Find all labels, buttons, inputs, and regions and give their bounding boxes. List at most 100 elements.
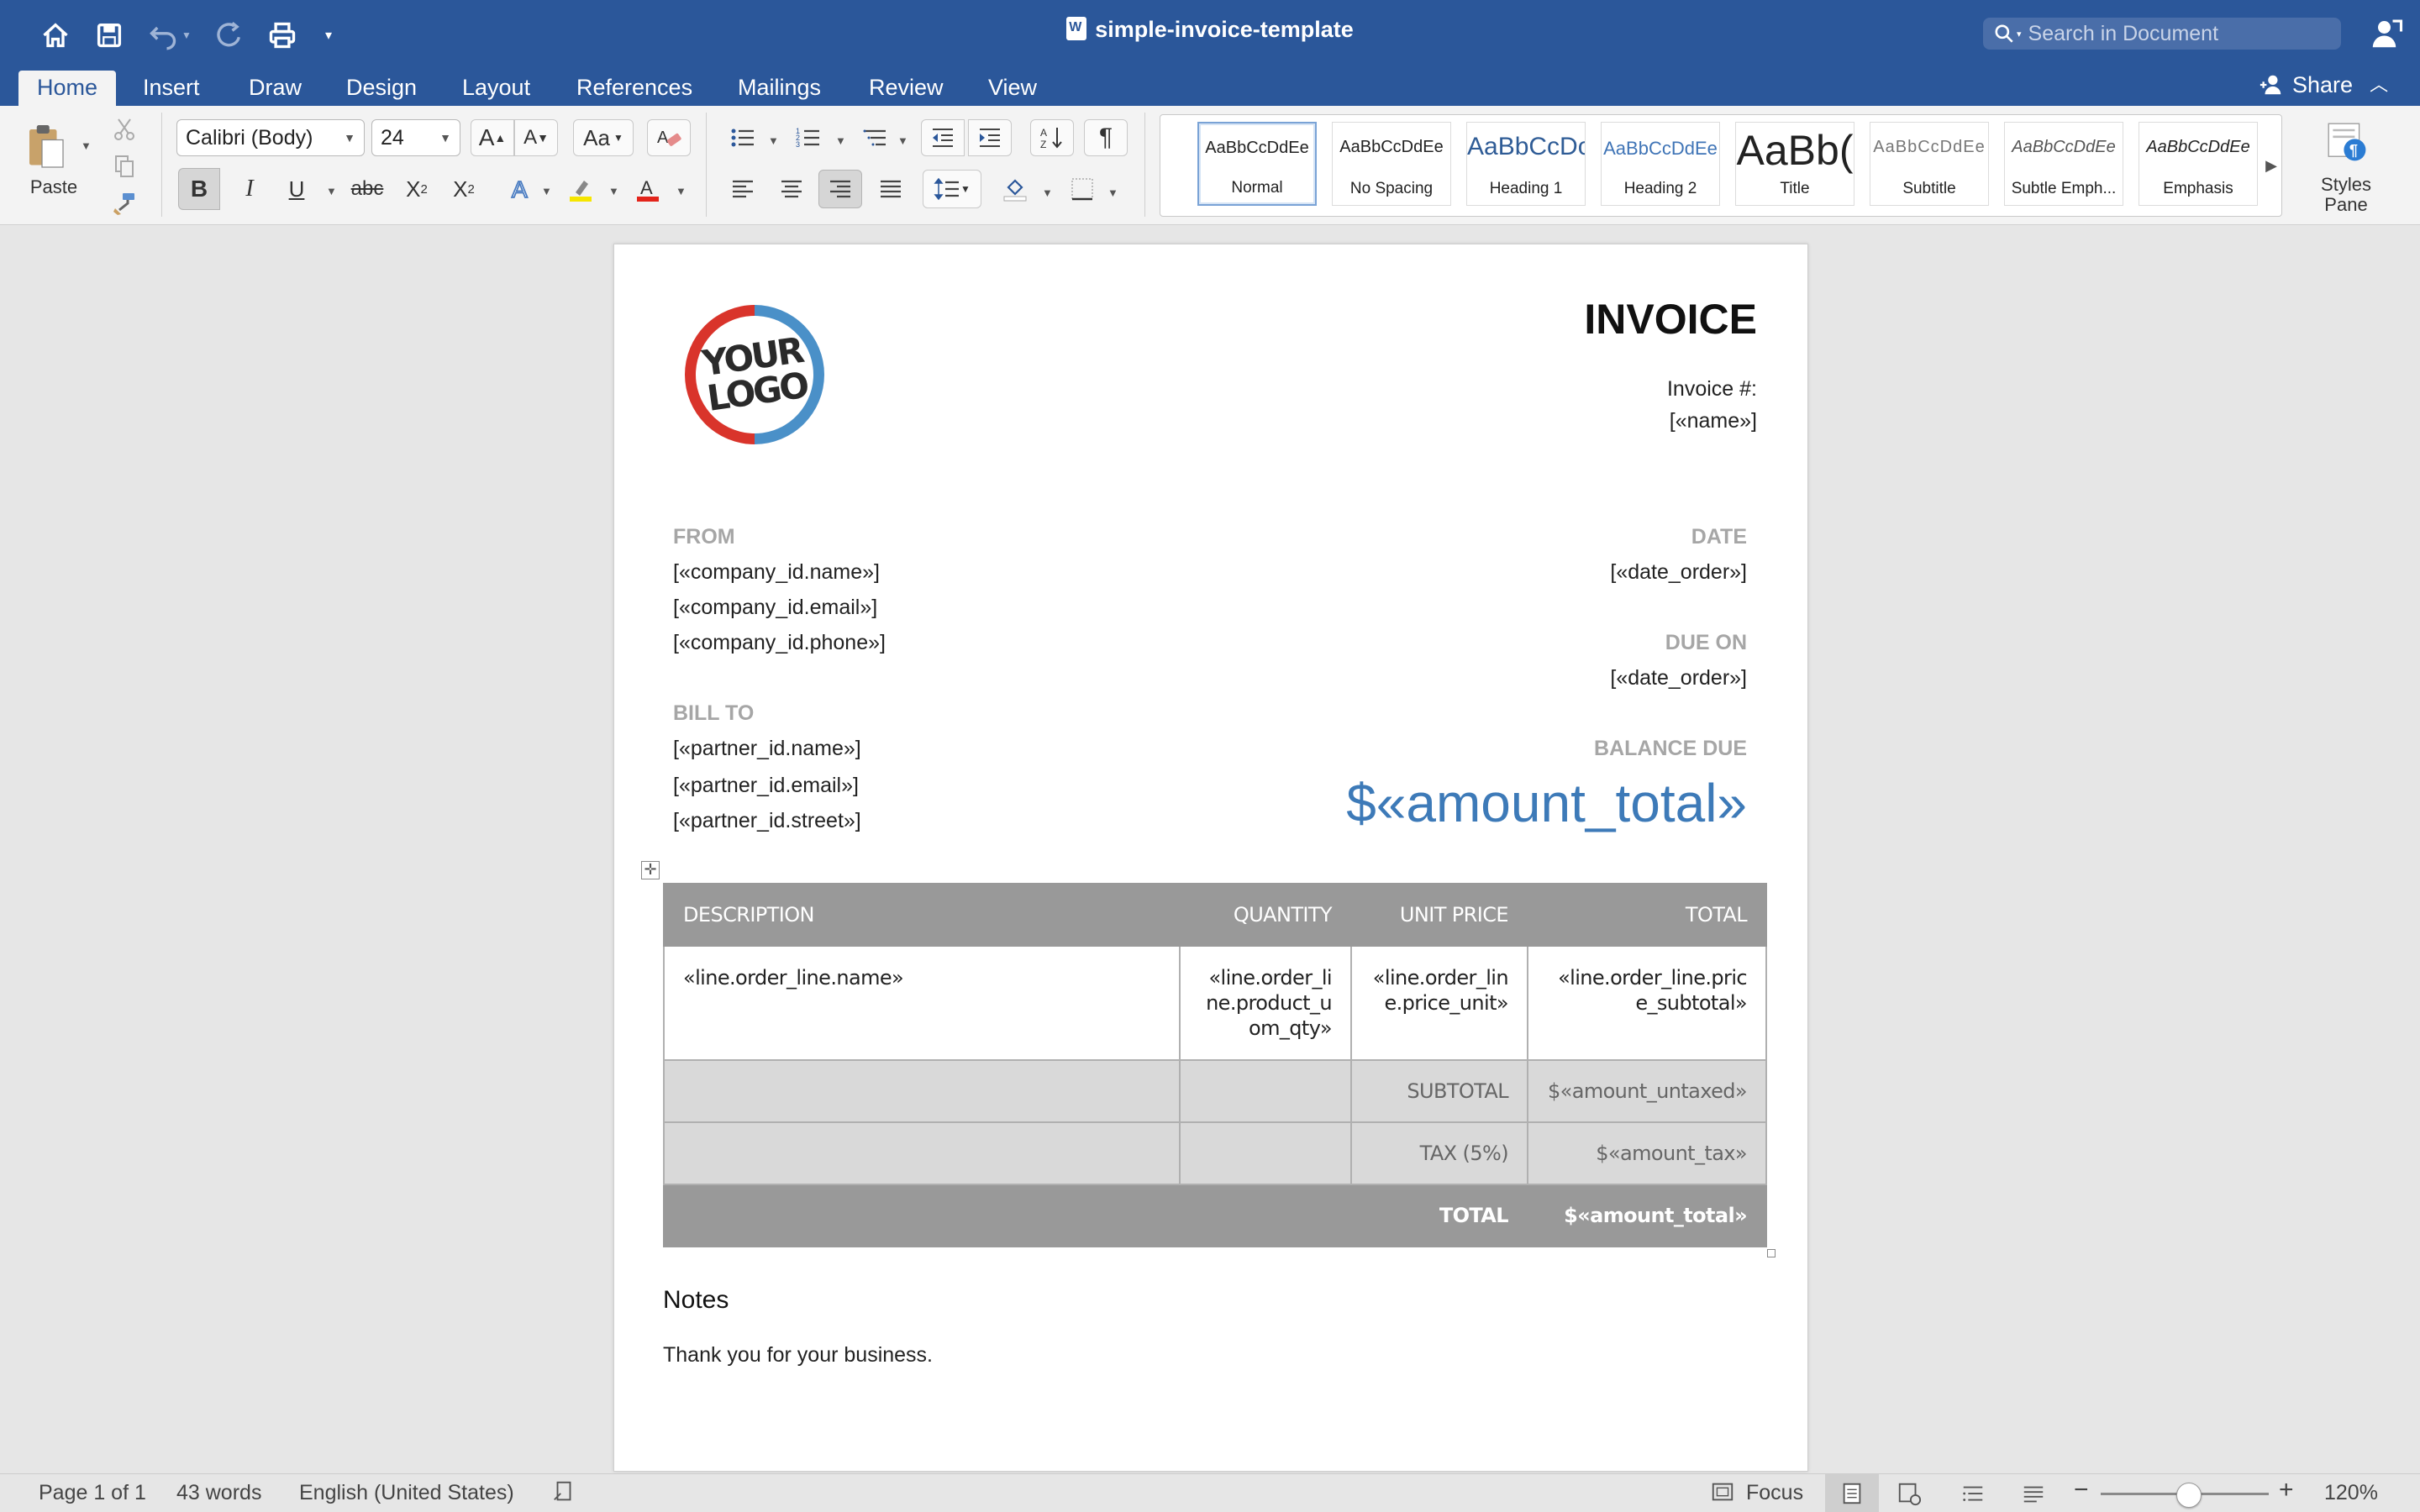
format-painter-icon[interactable] [108,186,141,220]
draft-view-icon[interactable] [2007,1474,2060,1512]
search-options-icon[interactable]: ▾ [2017,29,2022,39]
table-resize-handle[interactable] [1767,1249,1776,1257]
search-input[interactable] [2028,21,2331,46]
style-no-spacing[interactable]: AaBbCcDdEe No Spacing [1332,122,1451,206]
sort-icon[interactable]: AZ [1030,119,1074,156]
col-header-description: DESCRIPTION [662,883,1181,947]
zoom-in-button[interactable]: + [2279,1476,2294,1504]
bold-button[interactable]: B [178,168,220,210]
align-left-icon[interactable] [721,170,765,208]
style-subtitle[interactable]: AaBbCcDdEe Subtitle [1870,122,1989,206]
line-unit-price-cell[interactable]: «line.order_lin e.price_unit» [1350,945,1528,1061]
bullets-icon[interactable] [721,119,765,156]
decrease-indent-icon[interactable] [921,119,965,156]
tab-design[interactable]: Design [328,71,435,106]
line-quantity-cell[interactable]: «line.order_li ne.product_u om_qty» [1179,945,1352,1061]
tab-references[interactable]: References [558,71,711,106]
empty-cell[interactable] [662,1059,1181,1123]
numbering-dropdown-icon[interactable]: ▼ [835,134,846,147]
page-count[interactable]: Page 1 of 1 [39,1481,146,1505]
change-case-button[interactable]: Aa ▼ [573,119,634,156]
subscript-button[interactable]: X2 [395,168,439,210]
tab-review[interactable]: Review [850,71,962,106]
style-title[interactable]: AaBb(Title [1735,122,1854,206]
multilevel-list-icon[interactable] [854,119,897,156]
shading-dropdown-icon[interactable]: ▼ [1042,186,1053,199]
tab-draw[interactable]: Draw [230,71,320,106]
empty-cell[interactable] [1179,1184,1352,1247]
borders-icon[interactable] [1060,170,1104,208]
bullets-dropdown-icon[interactable]: ▼ [768,134,779,147]
style-sample: AaBbCcDdEe [2012,138,2116,156]
style-emphasis[interactable]: AaBbCcDdEe Emphasis [2139,122,2258,206]
justify-icon[interactable] [869,170,913,208]
focus-icon[interactable] [1709,1479,1736,1510]
tab-view[interactable]: View [970,71,1055,106]
tab-home[interactable]: Home [18,71,117,106]
line-description-cell[interactable]: «line.order_line.name» [662,945,1181,1061]
empty-cell[interactable] [662,1121,1181,1185]
copy-icon[interactable] [108,150,141,183]
search-box[interactable]: ▾ [1983,18,2341,50]
tab-insert[interactable]: Insert [124,71,218,106]
align-center-icon[interactable] [770,170,813,208]
increase-indent-icon[interactable] [968,119,1012,156]
language-indicator[interactable]: English (United States) [299,1481,514,1505]
superscript-button[interactable]: X2 [442,168,486,210]
outline-view-icon[interactable] [1946,1474,2000,1512]
underline-button[interactable]: U [276,168,318,210]
text-effects-dropdown-icon[interactable]: ▼ [541,185,552,197]
font-size-select[interactable]: 24 ▼ [371,119,460,156]
zoom-level[interactable]: 120% [2324,1481,2378,1505]
styles-gallery: AaBbCcDdEe Normal AaBbCcDdEe No Spacing Aa… [1160,114,2282,217]
styles-pane-icon[interactable]: ¶ [2314,114,2378,168]
share-button[interactable]: Share ︿ [2257,67,2388,102]
numbering-icon[interactable]: 123 [786,119,830,156]
font-color-dropdown-icon[interactable]: ▼ [676,185,687,197]
shading-icon[interactable] [993,170,1037,208]
font-color-icon[interactable]: A [627,168,669,210]
web-layout-view-icon[interactable] [1882,1474,1936,1512]
clear-formatting-icon[interactable]: A [647,119,691,156]
highlight-dropdown-icon[interactable]: ▼ [608,185,619,197]
word-count[interactable]: 43 words [176,1481,261,1505]
underline-dropdown-icon[interactable]: ▼ [326,185,337,197]
font-name-select[interactable]: Calibri (Body) ▼ [176,119,365,156]
line-total-cell[interactable]: «line.order_line.pric e_subtotal» [1526,945,1768,1061]
user-account-icon[interactable] [2370,17,2403,50]
style-normal[interactable]: AaBbCcDdEe Normal [1197,122,1317,206]
styles-gallery-next-icon[interactable]: ▶ [2261,149,2281,182]
style-heading-2[interactable]: AaBbCcDdEe Heading 2 [1601,122,1720,206]
paste-button[interactable] [17,114,76,178]
document-page[interactable]: YOUR LOGO INVOICE Invoice #: [«name»] FR… [613,244,1808,1472]
show-formatting-marks-icon[interactable]: ¶ [1084,119,1128,156]
line-spacing-icon[interactable]: ▼ [923,170,981,208]
zoom-out-button[interactable]: − [2074,1476,2089,1504]
grow-font-button[interactable]: A ▲ [471,119,514,156]
paste-options-icon[interactable]: ▼ [81,139,92,152]
table-move-handle[interactable]: ✛ [641,861,660,879]
style-subtle-emphasis[interactable]: AaBbCcDdEe Subtle Emph... [2004,122,2123,206]
empty-cell[interactable] [662,1184,1181,1247]
empty-cell[interactable] [1179,1059,1352,1123]
style-heading-1[interactable]: AaBbCcDc Heading 1 [1466,122,1586,206]
track-changes-icon[interactable] [551,1479,576,1510]
tab-mailings[interactable]: Mailings [719,71,839,106]
tab-layout[interactable]: Layout [444,71,549,106]
italic-button[interactable]: I [229,168,271,210]
text-effects-icon[interactable]: A [501,168,543,210]
highlight-color-icon[interactable] [560,168,602,210]
borders-dropdown-icon[interactable]: ▼ [1107,186,1118,199]
focus-button[interactable]: Focus [1746,1481,1803,1505]
zoom-slider-handle[interactable] [2176,1483,2202,1508]
empty-cell[interactable] [1179,1121,1352,1185]
strikethrough-button[interactable]: abc [345,168,390,210]
align-right-icon[interactable] [818,170,862,208]
collapse-ribbon-icon[interactable]: ︿ [2370,67,2388,102]
cut-icon[interactable] [108,113,141,146]
print-layout-view-icon[interactable] [1825,1474,1879,1512]
shrink-font-button[interactable]: A ▼ [514,119,558,156]
multilevel-dropdown-icon[interactable]: ▼ [897,134,908,147]
notes-text: Thank you for your business. [663,1343,933,1367]
invoice-number-value: [«name»] [1669,409,1757,433]
